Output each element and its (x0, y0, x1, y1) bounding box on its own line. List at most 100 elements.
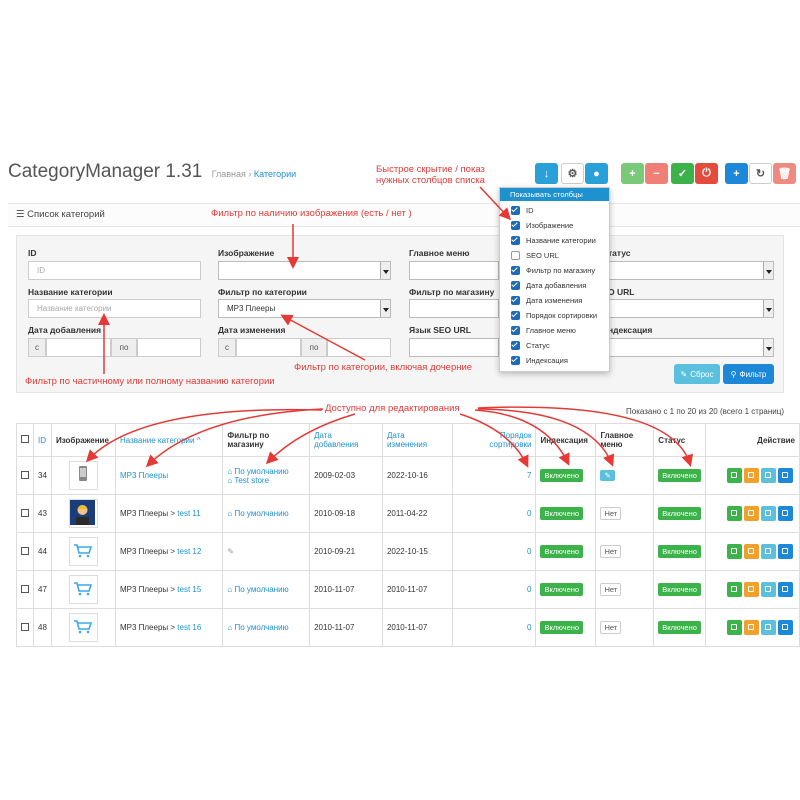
move-icon[interactable] (744, 620, 759, 635)
copy-icon[interactable] (727, 582, 742, 597)
view-icon[interactable] (761, 468, 776, 483)
column-checkbox[interactable] (511, 310, 520, 320)
indexing-badge[interactable]: Включено (540, 507, 584, 520)
disable-button[interactable]: − (645, 163, 668, 184)
main-menu-badge[interactable]: Нет (600, 507, 622, 520)
column-checkbox[interactable] (511, 325, 520, 335)
copy-icon[interactable] (727, 620, 742, 635)
category-thumbnail[interactable] (68, 537, 98, 566)
filter-index-select[interactable] (608, 338, 774, 357)
sort-order-value[interactable]: 0 (527, 547, 531, 556)
breadcrumb-categories[interactable]: Категории (254, 169, 296, 179)
breadcrumb-home[interactable]: Главная (212, 169, 246, 179)
column-checkbox[interactable] (511, 250, 520, 260)
store-link[interactable]: ⌂ По умолчанию (227, 623, 305, 632)
status-badge[interactable]: Включено (658, 469, 701, 482)
power-button[interactable]: ⏻ (695, 163, 718, 184)
column-toggle-item[interactable]: Дата изменения (511, 294, 582, 306)
filter-store-select[interactable] (409, 299, 499, 318)
filter-name-input[interactable]: Название категории (28, 299, 201, 318)
main-menu-badge[interactable]: Нет (600, 621, 622, 634)
column-toggle-item[interactable]: Порядок сортировки (511, 309, 597, 321)
main-menu-badge[interactable]: Нет (600, 545, 622, 558)
filter-id-input[interactable]: ID (28, 261, 201, 280)
category-thumbnail[interactable] (68, 575, 98, 604)
reset-button[interactable]: ✎ Сброс (674, 364, 720, 384)
category-thumbnail[interactable] (68, 461, 98, 490)
delete-button[interactable]: 🗑 (773, 163, 796, 184)
filter-image-select[interactable] (218, 261, 391, 280)
column-toggle-item[interactable]: Индексация (511, 354, 568, 366)
column-toggle-item[interactable]: SEO URL (511, 249, 559, 261)
filter-button[interactable]: ⚲ Фильтр (723, 364, 774, 384)
store-link[interactable]: ⌂ По умолчанию (227, 585, 305, 594)
filter-seo-lang-select[interactable] (409, 338, 499, 357)
edit-icon[interactable] (778, 544, 793, 559)
edit-icon[interactable] (778, 506, 793, 521)
col-name[interactable]: Название категории ^ (114, 423, 224, 457)
sort-order-value[interactable]: 0 (527, 585, 531, 594)
indexing-badge[interactable]: Включено (540, 621, 584, 634)
sort-order-value[interactable]: 0 (527, 509, 531, 518)
col-date-modified[interactable]: Дата изменения (381, 423, 453, 457)
indexing-badge[interactable]: Включено (540, 469, 584, 482)
filter-status-select[interactable] (608, 261, 774, 280)
filter-category-select[interactable]: MP3 Плееры (218, 299, 391, 318)
col-sort-order[interactable]: Порядок сортировки (451, 423, 537, 457)
main-menu-edit-icon[interactable]: ✎ (600, 470, 615, 481)
add-button[interactable]: + (725, 163, 748, 184)
subcategory-name[interactable]: test 16 (177, 623, 201, 632)
view-icon[interactable] (761, 506, 776, 521)
sort-order-value[interactable]: 7 (527, 471, 531, 480)
check-button[interactable]: ✓ (671, 163, 694, 184)
column-toggle-item[interactable]: Главное меню (511, 324, 576, 336)
edit-icon[interactable] (778, 582, 793, 597)
copy-icon[interactable] (727, 506, 742, 521)
enable-button[interactable]: + (621, 163, 644, 184)
copy-icon[interactable] (727, 468, 742, 483)
settings-button[interactable]: ⚙ (561, 163, 584, 184)
indexing-badge[interactable]: Включено (540, 545, 584, 558)
subcategory-name[interactable]: test 15 (177, 585, 201, 594)
subcategory-name[interactable]: test 11 (177, 509, 200, 518)
store-link[interactable]: ⌂ Test store (227, 476, 305, 485)
column-checkbox[interactable] (511, 265, 520, 275)
store-link[interactable]: ⌂ По умолчанию (227, 467, 305, 476)
column-checkbox[interactable] (511, 220, 520, 230)
store-link[interactable]: ⌂ По умолчанию (227, 509, 305, 518)
row-checkbox[interactable] (21, 584, 29, 593)
status-badge[interactable]: Включено (658, 583, 701, 596)
subcategory-name[interactable]: test 12 (177, 547, 201, 556)
column-checkbox[interactable] (511, 355, 520, 365)
column-checkbox[interactable] (511, 205, 520, 215)
category-thumbnail[interactable] (68, 499, 98, 528)
view-icon[interactable] (761, 582, 776, 597)
column-toggle-item[interactable]: Фильтр по магазину (511, 264, 595, 276)
indexing-badge[interactable]: Включено (540, 583, 584, 596)
column-checkbox[interactable] (511, 280, 520, 290)
view-icon[interactable] (761, 544, 776, 559)
refresh-button[interactable]: ↻ (749, 163, 772, 184)
status-badge[interactable]: Включено (658, 621, 701, 634)
category-thumbnail[interactable] (68, 613, 98, 642)
column-toggle-item[interactable]: ID (511, 204, 534, 216)
status-badge[interactable]: Включено (658, 507, 701, 520)
col-id[interactable]: ID (33, 423, 52, 457)
download-button[interactable]: ↓ (535, 163, 558, 184)
main-menu-badge[interactable]: Нет (600, 583, 622, 596)
col-date-added[interactable]: Дата добавления (309, 423, 383, 457)
move-icon[interactable] (744, 544, 759, 559)
date-modified-to-input[interactable] (327, 338, 391, 357)
date-added-to-input[interactable] (137, 338, 201, 357)
column-checkbox[interactable] (511, 295, 520, 305)
row-checkbox[interactable] (21, 470, 29, 479)
edit-icon[interactable] (778, 620, 793, 635)
view-icon[interactable] (761, 620, 776, 635)
edit-icon[interactable] (778, 468, 793, 483)
filter-seo-select[interactable] (608, 299, 774, 318)
sort-order-value[interactable]: 0 (527, 623, 531, 632)
column-checkbox[interactable] (511, 340, 520, 350)
category-name[interactable]: MP3 Плееры (120, 471, 168, 480)
date-modified-from-input[interactable] (236, 338, 301, 357)
column-toggle-item[interactable]: Дата добавления (511, 279, 586, 291)
